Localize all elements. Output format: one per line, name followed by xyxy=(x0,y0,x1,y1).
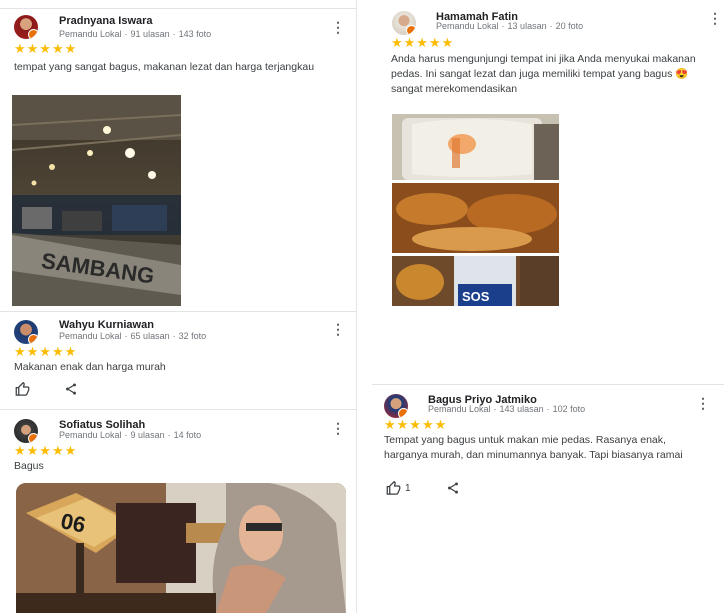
photos-count: 102 foto xyxy=(552,404,586,414)
review-photo[interactable]: SAMBANG xyxy=(12,95,181,306)
meta-separator: · xyxy=(124,331,128,341)
reviewer-name[interactable]: Wahyu Kurniawan xyxy=(59,319,154,331)
divider xyxy=(0,8,356,9)
diner-photo-image: 06 xyxy=(16,483,346,613)
reviewer-role: Pemandu Lokal xyxy=(59,29,122,39)
reviewer-meta: Pemandu Lokal · 65 ulasan · 32 foto xyxy=(59,331,206,341)
review-text: Makanan enak dan harga murah xyxy=(14,361,166,373)
review-text: tempat yang sangat bagus, makanan lezat … xyxy=(14,61,315,73)
meta-separator: · xyxy=(549,21,553,31)
reviewer-role: Pemandu Lokal xyxy=(59,430,122,440)
more-vert-icon[interactable]: ⋮ xyxy=(331,421,345,435)
reviewer-meta: Pemandu Lokal · 9 ulasan · 14 foto xyxy=(59,430,201,440)
more-vert-icon[interactable]: ⋮ xyxy=(331,322,345,336)
local-guide-badge-icon xyxy=(28,334,38,344)
left-review-column: Pradnyana Iswara Pemandu Lokal · 91 ulasan… xyxy=(0,0,357,613)
share-icon xyxy=(64,382,78,396)
photos-count: 32 foto xyxy=(178,331,207,341)
review-text: Tempat yang bagus untuk makan mie pedas.… xyxy=(384,434,683,461)
meta-separator: · xyxy=(172,29,176,39)
like-button[interactable] xyxy=(15,382,30,397)
more-vert-icon[interactable]: ⋮ xyxy=(696,396,710,410)
meta-separator: · xyxy=(546,404,550,414)
like-button[interactable]: 1 xyxy=(386,481,411,496)
reviewer-meta: Pemandu Lokal · 91 ulasan · 143 foto xyxy=(59,29,211,39)
share-button[interactable] xyxy=(64,382,78,396)
bottle-brand-text: SOS xyxy=(462,289,490,304)
table-number-text: 06 xyxy=(59,508,88,538)
meta-separator: · xyxy=(124,29,128,39)
thumb-up-icon xyxy=(386,481,401,496)
photos-count: 14 foto xyxy=(173,430,202,440)
reviewer-name[interactable]: Pradnyana Iswara xyxy=(59,15,153,27)
share-icon xyxy=(446,481,460,495)
rating-stars: ★★★★★ xyxy=(14,344,78,359)
rating-stars: ★★★★★ xyxy=(14,41,78,56)
reviewer-role: Pemandu Lokal xyxy=(428,404,491,414)
reviews-count: 91 ulasan xyxy=(130,29,170,39)
review-card-bagus: Bagus Priyo Jatmiko Pemandu Lokal · 143 ul… xyxy=(372,384,724,613)
review-photo-group[interactable]: SOS xyxy=(392,114,559,306)
reviews-count: 9 ulasan xyxy=(130,430,165,440)
review-card-hamamah: Hamamah Fatin Pemandu Lokal · 13 ulasan · 20… xyxy=(372,0,724,310)
reviews-count: 65 ulasan xyxy=(130,331,170,341)
rating-stars: ★★★★★ xyxy=(14,443,78,458)
divider xyxy=(372,384,724,385)
local-guide-badge-icon xyxy=(28,29,38,39)
like-count: 1 xyxy=(405,483,411,494)
rating-stars: ★★★★★ xyxy=(391,35,455,50)
more-vert-icon[interactable]: ⋮ xyxy=(331,20,345,34)
reviews-count: 143 ulasan xyxy=(499,404,544,414)
review-text: Bagus xyxy=(14,460,44,472)
review-card-sofiatus: Sofiatus Solihah Pemandu Lokal · 9 ulasan ·… xyxy=(0,409,356,613)
meta-separator: · xyxy=(167,430,171,440)
more-vert-icon[interactable]: ⋮ xyxy=(708,11,722,25)
review-photo[interactable]: 06 xyxy=(16,483,346,613)
reviewer-meta: Pemandu Lokal · 143 ulasan · 102 foto xyxy=(428,404,585,414)
right-review-column: Hamamah Fatin Pemandu Lokal · 13 ulasan · 20… xyxy=(372,0,724,613)
divider xyxy=(0,409,356,410)
meta-separator: · xyxy=(493,404,497,414)
review-text: Anda harus mengunjungi tempat ini jika A… xyxy=(391,53,696,95)
avatar[interactable] xyxy=(384,394,408,418)
food-photos-image: SOS xyxy=(392,114,559,306)
review-card-wahyu: Wahyu Kurniawan Pemandu Lokal · 65 ulasan ·… xyxy=(0,311,356,409)
avatar[interactable] xyxy=(14,320,38,344)
reviewer-role: Pemandu Lokal xyxy=(59,331,122,341)
photos-count: 143 foto xyxy=(178,29,212,39)
photos-count: 20 foto xyxy=(555,21,584,31)
local-guide-badge-icon xyxy=(28,433,38,443)
share-button[interactable] xyxy=(446,481,460,495)
avatar[interactable] xyxy=(392,11,416,35)
reviewer-role: Pemandu Lokal xyxy=(436,21,499,31)
meta-separator: · xyxy=(124,430,128,440)
rating-stars: ★★★★★ xyxy=(384,417,448,432)
avatar[interactable] xyxy=(14,419,38,443)
reviews-count: 13 ulasan xyxy=(507,21,547,31)
meta-separator: · xyxy=(172,331,176,341)
local-guide-badge-icon xyxy=(406,25,416,35)
avatar[interactable] xyxy=(14,15,38,39)
divider xyxy=(0,311,356,312)
reviewer-meta: Pemandu Lokal · 13 ulasan · 20 foto xyxy=(436,21,583,31)
review-card-pradnyana: Pradnyana Iswara Pemandu Lokal · 91 ulasan… xyxy=(0,0,356,310)
thumb-up-icon xyxy=(15,382,30,397)
meta-separator: · xyxy=(501,21,505,31)
restaurant-interior-image: SAMBANG xyxy=(12,95,181,306)
